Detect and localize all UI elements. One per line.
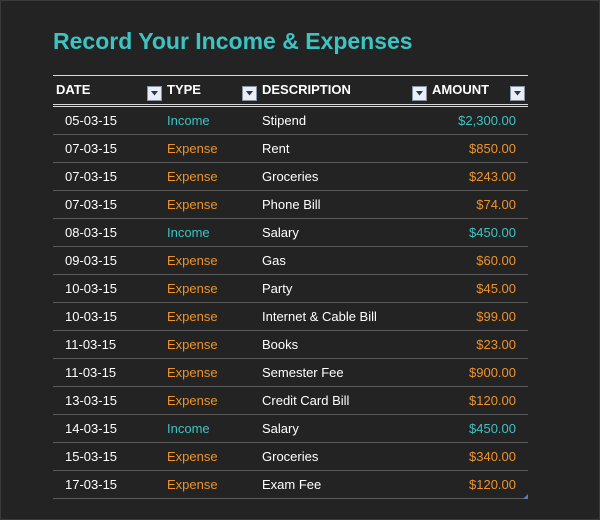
cell-description[interactable]: Groceries — [262, 443, 318, 470]
cell-description[interactable]: Salary — [262, 415, 299, 442]
cell-type[interactable]: Income — [167, 219, 210, 246]
cell-date[interactable]: 07-03-15 — [65, 191, 117, 218]
cell-date[interactable]: 10-03-15 — [65, 275, 117, 302]
cell-amount[interactable]: $120.00 — [469, 387, 516, 414]
cell-type[interactable]: Expense — [167, 359, 218, 386]
cell-description[interactable]: Semester Fee — [262, 359, 344, 386]
table-row[interactable]: 11-03-15 Expense Books $23.00 — [53, 331, 528, 359]
cell-description[interactable]: Phone Bill — [262, 191, 321, 218]
header-amount: AMOUNT — [432, 82, 490, 97]
table-row[interactable]: 17-03-15 Expense Exam Fee $120.00 — [53, 471, 528, 499]
table-row[interactable]: 10-03-15 Expense Party $45.00 — [53, 275, 528, 303]
dropdown-arrow-icon — [246, 91, 253, 96]
cell-type[interactable]: Income — [167, 107, 210, 134]
table-row[interactable]: 05-03-15 Income Stipend $2,300.00 — [53, 107, 528, 135]
cell-description[interactable]: Groceries — [262, 163, 318, 190]
cell-amount[interactable]: $850.00 — [469, 135, 516, 162]
cell-date[interactable]: 08-03-15 — [65, 219, 117, 246]
table-row[interactable]: 11-03-15 Expense Semester Fee $900.00 — [53, 359, 528, 387]
cell-date[interactable]: 17-03-15 — [65, 471, 117, 498]
dropdown-arrow-icon — [514, 91, 521, 96]
table-row[interactable]: 14-03-15 Income Salary $450.00 — [53, 415, 528, 443]
cell-type[interactable]: Expense — [167, 135, 218, 162]
table-body: 05-03-15 Income Stipend $2,300.00 07-03-15 Ex… — [53, 107, 528, 499]
cell-amount[interactable]: $340.00 — [469, 443, 516, 470]
cell-date[interactable]: 05-03-15 — [65, 107, 117, 134]
cell-description[interactable]: Books — [262, 331, 298, 358]
cell-amount[interactable]: $99.00 — [476, 303, 516, 330]
cell-date[interactable]: 13-03-15 — [65, 387, 117, 414]
table-row[interactable]: 08-03-15 Income Salary $450.00 — [53, 219, 528, 247]
table-row[interactable]: 10-03-15 Expense Internet & Cable Bill $99.… — [53, 303, 528, 331]
table-resize-handle[interactable] — [523, 494, 528, 499]
table-row[interactable]: 09-03-15 Expense Gas $60.00 — [53, 247, 528, 275]
cell-date[interactable]: 09-03-15 — [65, 247, 117, 274]
cell-amount[interactable]: $900.00 — [469, 359, 516, 386]
cell-amount[interactable]: $45.00 — [476, 275, 516, 302]
cell-description[interactable]: Party — [262, 275, 292, 302]
cell-type[interactable]: Expense — [167, 191, 218, 218]
table-row[interactable]: 07-03-15 Expense Rent $850.00 — [53, 135, 528, 163]
cell-type[interactable]: Expense — [167, 471, 218, 498]
filter-date-button[interactable] — [147, 86, 162, 101]
table-row[interactable]: 13-03-15 Expense Credit Card Bill $120.00 — [53, 387, 528, 415]
cell-amount[interactable]: $450.00 — [469, 415, 516, 442]
cell-description[interactable]: Internet & Cable Bill — [262, 303, 377, 330]
cell-date[interactable]: 10-03-15 — [65, 303, 117, 330]
cell-date[interactable]: 15-03-15 — [65, 443, 117, 470]
filter-amount-button[interactable] — [510, 86, 525, 101]
transactions-table: DATE TYPE DESCRIPTION AMOUNT 05-03-15 Inc… — [53, 75, 528, 499]
filter-type-button[interactable] — [242, 86, 257, 101]
header-date: DATE — [56, 82, 91, 97]
cell-description[interactable]: Credit Card Bill — [262, 387, 349, 414]
cell-description[interactable]: Salary — [262, 219, 299, 246]
cell-type[interactable]: Expense — [167, 303, 218, 330]
cell-date[interactable]: 11-03-15 — [65, 331, 116, 358]
page-title: Record Your Income & Expenses — [53, 28, 413, 54]
cell-amount[interactable]: $60.00 — [476, 247, 516, 274]
cell-description[interactable]: Exam Fee — [262, 471, 321, 498]
cell-type[interactable]: Expense — [167, 275, 218, 302]
cell-type[interactable]: Expense — [167, 163, 218, 190]
cell-type[interactable]: Expense — [167, 387, 218, 414]
cell-type[interactable]: Expense — [167, 247, 218, 274]
cell-amount[interactable]: $2,300.00 — [458, 107, 516, 134]
cell-description[interactable]: Rent — [262, 135, 289, 162]
cell-type[interactable]: Expense — [167, 443, 218, 470]
cell-date[interactable]: 14-03-15 — [65, 415, 117, 442]
cell-description[interactable]: Stipend — [262, 107, 306, 134]
cell-type[interactable]: Expense — [167, 331, 218, 358]
cell-amount[interactable]: $450.00 — [469, 219, 516, 246]
cell-date[interactable]: 07-03-15 — [65, 163, 117, 190]
dropdown-arrow-icon — [416, 91, 423, 96]
header-type: TYPE — [167, 82, 201, 97]
cell-amount[interactable]: $74.00 — [476, 191, 516, 218]
header-description: DESCRIPTION — [262, 82, 351, 97]
cell-amount[interactable]: $120.00 — [469, 471, 516, 498]
table-row[interactable]: 07-03-15 Expense Groceries $243.00 — [53, 163, 528, 191]
table-row[interactable]: 15-03-15 Expense Groceries $340.00 — [53, 443, 528, 471]
dropdown-arrow-icon — [151, 91, 158, 96]
table-header-row: DATE TYPE DESCRIPTION AMOUNT — [53, 76, 528, 107]
cell-description[interactable]: Gas — [262, 247, 286, 274]
filter-description-button[interactable] — [412, 86, 427, 101]
table-row[interactable]: 07-03-15 Expense Phone Bill $74.00 — [53, 191, 528, 219]
cell-type[interactable]: Income — [167, 415, 210, 442]
cell-amount[interactable]: $243.00 — [469, 163, 516, 190]
cell-date[interactable]: 07-03-15 — [65, 135, 117, 162]
cell-amount[interactable]: $23.00 — [476, 331, 516, 358]
cell-date[interactable]: 11-03-15 — [65, 359, 116, 386]
